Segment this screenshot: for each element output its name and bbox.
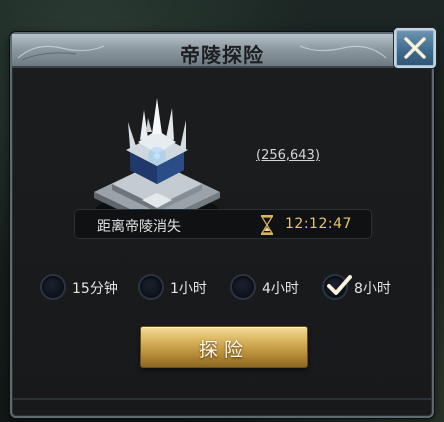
countdown-value: 12:12:47 — [285, 216, 352, 232]
duration-option-label: 4小时 — [262, 281, 299, 297]
bottom-divider — [12, 398, 432, 400]
countdown-label: 距离帝陵消失 — [97, 219, 181, 235]
explore-button[interactable]: 探险 — [140, 326, 308, 368]
radio-button[interactable] — [40, 274, 66, 300]
radio-button[interactable] — [230, 274, 256, 300]
radio-button-selected[interactable] — [322, 274, 352, 300]
radio-button[interactable] — [138, 274, 164, 300]
countdown-panel: 距离帝陵消失 12:12:47 — [74, 209, 372, 239]
hourglass-icon — [260, 215, 274, 235]
tomb-explore-dialog: 帝陵探险 (256,643) 距离帝陵消失 12:12:47 15分钟 1小时 … — [10, 28, 436, 418]
duration-option-label: 15分钟 — [72, 281, 118, 297]
close-icon — [404, 37, 426, 59]
game-screen: 帝陵探险 (256,643) 距离帝陵消失 12:12:47 15分钟 1小时 … — [0, 0, 444, 422]
coordinates-link[interactable]: (256,643) — [256, 148, 320, 163]
checkmark-icon — [327, 275, 352, 295]
duration-option-label: 8小时 — [354, 281, 391, 297]
explore-button-label: 探险 — [198, 339, 249, 361]
duration-option-label: 1小时 — [170, 281, 207, 297]
header-ornament-right — [299, 45, 387, 59]
close-button[interactable] — [394, 28, 436, 68]
dialog-header: 帝陵探险 — [12, 34, 432, 68]
